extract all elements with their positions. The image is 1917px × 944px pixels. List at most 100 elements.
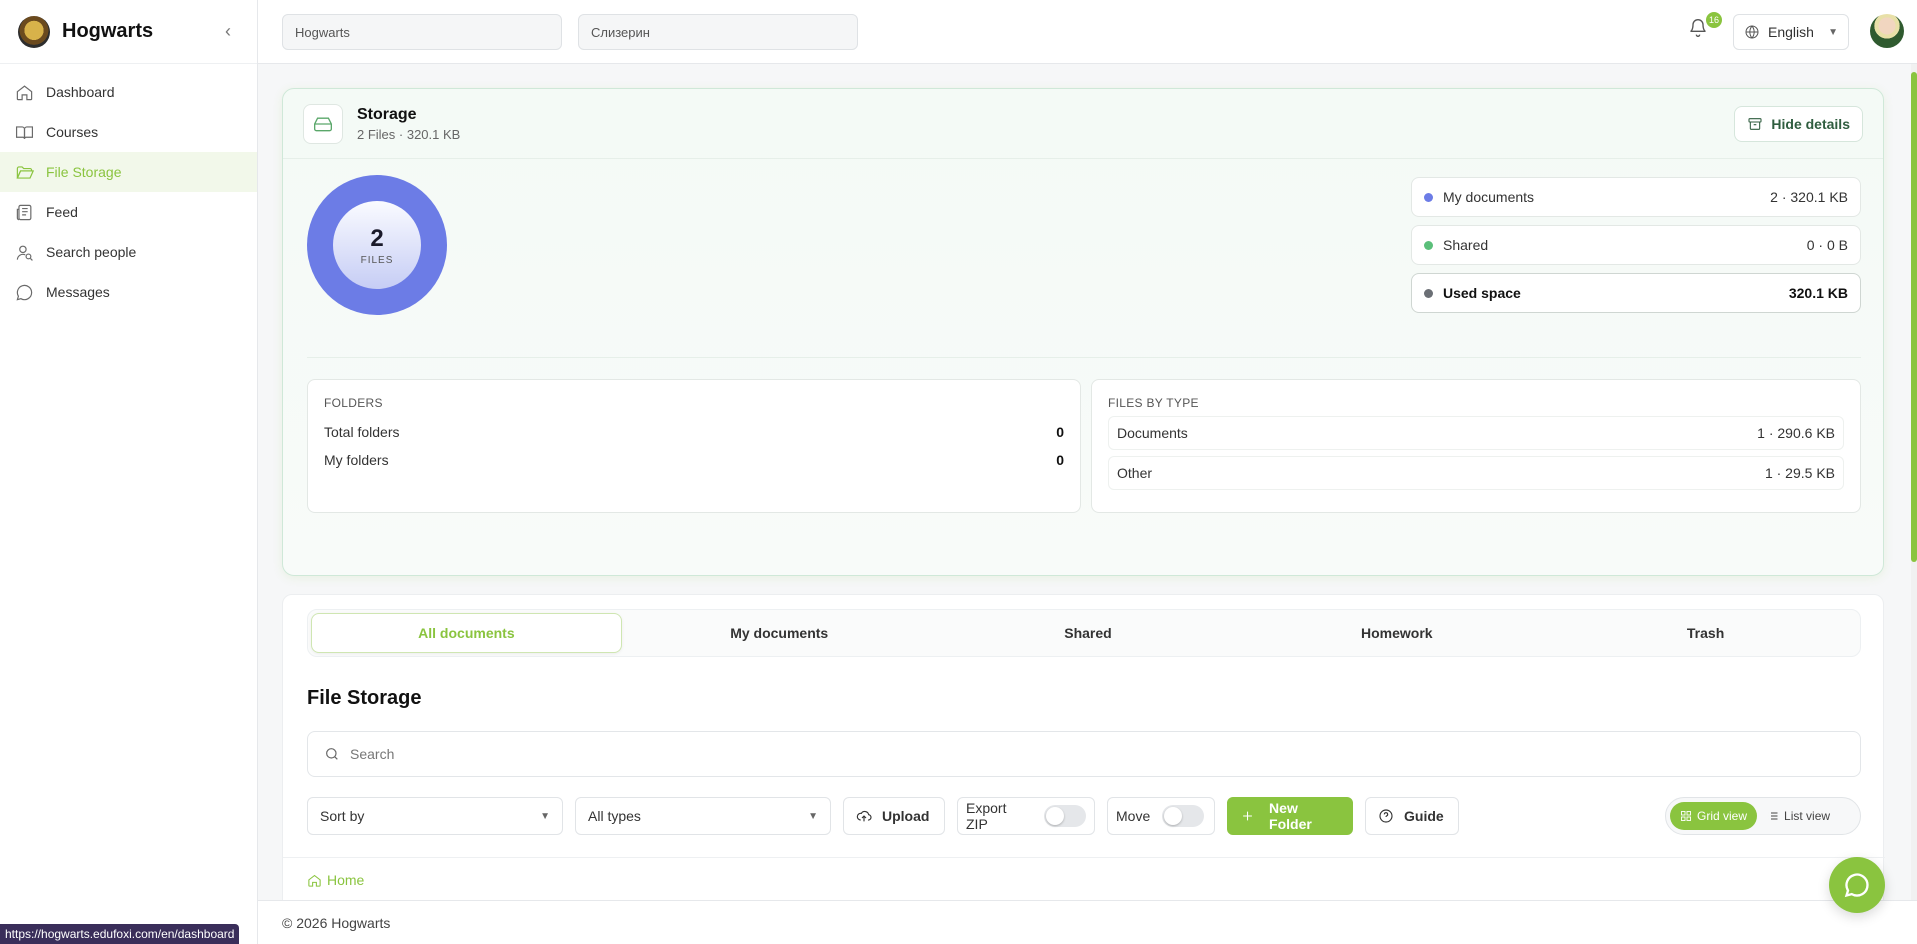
grid-view-label: Grid view — [1697, 809, 1748, 823]
globe-icon — [1744, 24, 1760, 40]
legend-dot — [1424, 192, 1433, 202]
row-label: Other — [1117, 465, 1153, 481]
chat-button[interactable] — [1829, 857, 1885, 913]
legend-label: Used space — [1443, 285, 1521, 301]
donut-center: 2 FILES — [333, 201, 421, 289]
search-icon — [326, 748, 338, 760]
tab-my-documents[interactable]: My documents — [625, 610, 934, 656]
type-filter-select[interactable]: All types ▼ — [575, 797, 831, 835]
move-toggle[interactable] — [1162, 805, 1205, 827]
legend-dot — [1424, 288, 1433, 298]
legend-value: 2 · 320.1 KB — [1770, 189, 1848, 205]
list-view-button[interactable]: List view — [1757, 802, 1840, 830]
school-select[interactable]: Hogwarts — [282, 14, 562, 50]
type-row: Documents 1 · 290.6 KB — [1108, 416, 1844, 450]
scrollbar[interactable] — [1911, 64, 1917, 900]
sidebar-item-feed[interactable]: Feed — [0, 192, 257, 232]
hide-details-label: Hide details — [1771, 115, 1850, 132]
type-row: Other 1 · 29.5 KB — [1108, 456, 1844, 490]
legend-shared: Shared 0 · 0 B — [1411, 225, 1861, 265]
row-label: Documents — [1117, 425, 1188, 441]
type-filter-label: All types — [588, 808, 641, 824]
guide-button[interactable]: Guide — [1365, 797, 1459, 835]
search-placeholder: Search — [350, 746, 395, 762]
sidebar-item-dashboard[interactable]: Dashboard — [0, 72, 257, 112]
sidebar-item-label: Messages — [46, 284, 110, 300]
export-zip-toggle[interactable] — [1044, 805, 1086, 827]
row-value: 0 — [1056, 424, 1064, 440]
sidebar-item-messages[interactable]: Messages — [0, 272, 257, 312]
sidebar-item-courses[interactable]: Courses — [0, 112, 257, 152]
newspaper-icon — [14, 202, 34, 222]
page-title: File Storage — [307, 687, 422, 709]
file-storage-panel: All documents My documents Shared Homewo… — [282, 594, 1885, 900]
storage-summary-card: Storage 2 Files · 320.1 KB Hide details … — [282, 88, 1884, 576]
row-value: 1 · 29.5 KB — [1764, 465, 1835, 481]
files-by-type-box: FILES BY TYPE Documents 1 · 290.6 KB Oth… — [1091, 379, 1861, 513]
legend-my-documents: My documents 2 · 320.1 KB — [1411, 177, 1861, 217]
export-zip-control: Export ZIP — [957, 797, 1095, 835]
chevron-left-icon[interactable]: ‹ — [217, 21, 239, 43]
house-select[interactable]: Слизерин — [578, 14, 858, 50]
folders-row: My folders 0 — [324, 446, 1064, 474]
sidebar-item-search-people[interactable]: Search people — [0, 232, 257, 272]
storage-legend: My documents 2 · 320.1 KB Shared 0 · 0 B… — [1411, 177, 1861, 321]
toolbar: Sort by ▼ All types ▼ Upload Export ZIP … — [307, 797, 1861, 837]
donut-count: 2 — [370, 224, 384, 252]
main-content: Storage 2 Files · 320.1 KB Hide details … — [258, 64, 1917, 900]
files-by-type-title: FILES BY TYPE — [1108, 396, 1199, 410]
app-name: Hogwarts — [62, 20, 154, 42]
storage-header: Storage 2 Files · 320.1 KB Hide details — [283, 89, 1883, 159]
home-icon — [14, 82, 34, 102]
row-value: 0 — [1056, 452, 1064, 468]
hide-details-button[interactable]: Hide details — [1734, 105, 1863, 142]
hogwarts-logo — [18, 15, 50, 48]
row-value: 1 · 290.6 KB — [1757, 425, 1835, 441]
brand: Hogwarts ‹ — [0, 0, 257, 64]
grid-icon — [1681, 811, 1691, 821]
tab-shared[interactable]: Shared — [934, 610, 1243, 656]
upload-label: Upload — [882, 808, 930, 824]
new-folder-button[interactable]: New Folder — [1227, 797, 1353, 835]
sort-by-select[interactable]: Sort by ▼ — [307, 797, 563, 835]
message-circle-icon — [14, 282, 34, 302]
notification-badge: 16 — [1706, 12, 1723, 28]
folders-title: FOLDERS — [324, 396, 383, 410]
chevron-down-icon: ▼ — [808, 810, 818, 822]
sidebar-item-label: File Storage — [46, 164, 122, 180]
scrollbar-thumb[interactable] — [1911, 72, 1917, 562]
tab-homework[interactable]: Homework — [1242, 610, 1551, 656]
book-icon — [14, 122, 34, 142]
legend-used-space: Used space 320.1 KB — [1411, 273, 1861, 313]
row-label: Total folders — [324, 424, 400, 440]
upload-button[interactable]: Upload — [843, 797, 945, 835]
home-icon — [308, 874, 321, 887]
legend-dot — [1424, 240, 1433, 250]
help-circle-icon — [1379, 809, 1393, 823]
plus-icon — [1243, 811, 1252, 821]
copyright: © 2026 Hogwarts — [282, 914, 391, 931]
tab-trash[interactable]: Trash — [1551, 610, 1860, 656]
legend-label: Shared — [1443, 237, 1489, 253]
guide-label: Guide — [1404, 808, 1444, 824]
search-input[interactable]: Search — [307, 731, 1861, 777]
grid-view-button[interactable]: Grid view — [1670, 802, 1758, 830]
legend-label: My documents — [1443, 189, 1535, 205]
storage-subtitle: 2 Files · 320.1 KB — [357, 126, 461, 142]
breadcrumb-home[interactable]: Home — [327, 872, 364, 888]
language-select[interactable]: English ▼ — [1733, 14, 1849, 50]
sidebar-item-label: Dashboard — [46, 84, 115, 100]
move-control: Move — [1107, 797, 1215, 835]
sidebar-item-label: Courses — [46, 124, 99, 140]
sidebar-item-label: Feed — [46, 204, 78, 220]
view-switcher: Grid view List view — [1665, 797, 1861, 835]
sidebar-item-file-storage[interactable]: File Storage — [0, 152, 257, 192]
avatar[interactable] — [1870, 14, 1904, 48]
cloud-upload-icon — [856, 810, 872, 822]
tab-all-documents[interactable]: All documents — [311, 613, 622, 653]
files-donut-chart: 2 FILES — [307, 175, 447, 315]
donut-label: FILES — [360, 254, 394, 266]
move-label: Move — [1116, 808, 1151, 824]
sidebar-nav: Dashboard Courses File Storage Feed Sear… — [0, 64, 257, 312]
new-folder-label: New Folder — [1269, 800, 1312, 832]
